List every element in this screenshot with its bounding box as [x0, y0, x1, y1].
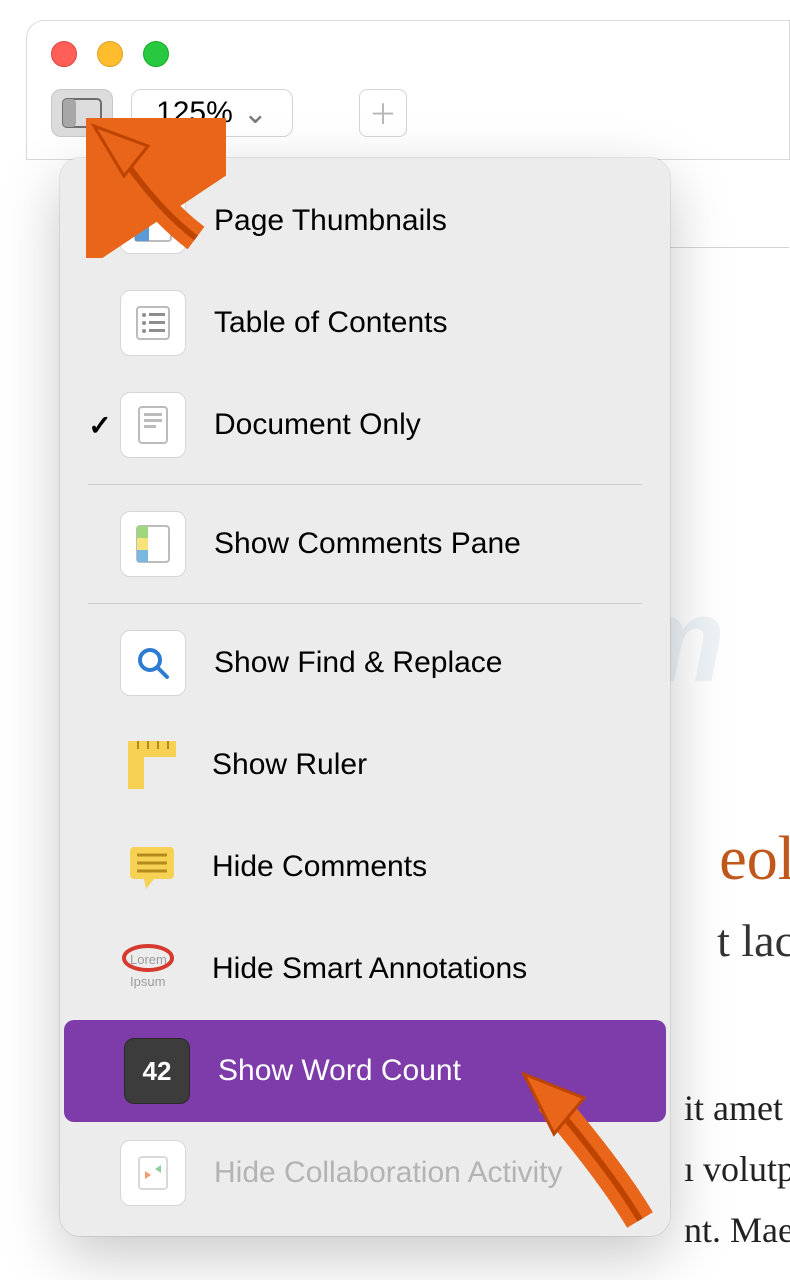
doc-body-fragment: it amet ı volutp nt. Mae — [684, 1078, 790, 1262]
svg-text:Ipsum: Ipsum — [130, 974, 165, 989]
menu-label: Document Only — [214, 408, 650, 442]
zoom-dropdown[interactable]: 125% ⌄ — [131, 89, 293, 137]
menu-label: Hide Collaboration Activity — [214, 1156, 650, 1190]
add-page-button[interactable]: ＋ — [359, 89, 407, 137]
menu-item-document-only[interactable]: ✓ Document Only — [60, 374, 670, 476]
menu-item-hide-collaboration-activity: Hide Collaboration Activity — [60, 1122, 670, 1224]
menu-label: Hide Comments — [212, 850, 650, 884]
zoom-value: 125% — [156, 96, 233, 130]
menu-item-show-comments-pane[interactable]: Show Comments Pane — [60, 493, 670, 595]
word-count-badge: 42 — [143, 1056, 172, 1087]
sidebar-icon — [62, 98, 102, 128]
view-button[interactable] — [51, 89, 113, 137]
collaboration-activity-icon — [120, 1140, 186, 1206]
menu-item-show-find-replace[interactable]: Show Find & Replace — [60, 612, 670, 714]
doc-subtitle-fragment: t lac — [717, 914, 790, 967]
toolbar: 125% ⌄ ＋ — [27, 77, 789, 159]
smart-annotations-icon: Lorem Ipsum — [120, 937, 184, 1001]
document-only-icon — [120, 392, 186, 458]
zoom-window-button[interactable] — [143, 41, 169, 67]
chevron-down-icon: ⌄ — [243, 96, 268, 131]
menu-label: Show Word Count — [218, 1054, 646, 1088]
menu-item-hide-smart-annotations[interactable]: Lorem Ipsum Hide Smart Annotations — [60, 918, 670, 1020]
menu-label: Show Find & Replace — [214, 646, 650, 680]
comments-pane-icon — [120, 511, 186, 577]
menu-label: Page Thumbnails — [214, 204, 650, 238]
menu-item-page-thumbnails[interactable]: Page Thumbnails — [60, 170, 670, 272]
ruler-icon — [120, 733, 184, 797]
menu-separator — [88, 484, 642, 485]
menu-label: Hide Smart Annotations — [212, 952, 650, 986]
menu-item-show-word-count[interactable]: 42 Show Word Count — [64, 1020, 666, 1122]
search-icon — [120, 630, 186, 696]
menu-item-show-ruler[interactable]: Show Ruler — [60, 714, 670, 816]
view-menu: Page Thumbnails Table of Contents ✓ Docu… — [60, 158, 670, 1236]
page-thumbnails-icon — [120, 188, 186, 254]
menu-separator — [88, 603, 642, 604]
window-controls — [27, 21, 789, 77]
app-window: 125% ⌄ ＋ eol t lac it amet ı volutp nt. … — [26, 20, 790, 160]
close-window-button[interactable] — [51, 41, 77, 67]
menu-label: Show Comments Pane — [214, 527, 650, 561]
menu-label: Table of Contents — [214, 306, 650, 340]
comment-icon — [120, 835, 184, 899]
menu-item-table-of-contents[interactable]: Table of Contents — [60, 272, 670, 374]
doc-title-fragment: eol — [719, 824, 790, 895]
checkmark-icon: ✓ — [80, 409, 120, 442]
svg-text:Lorem: Lorem — [130, 952, 167, 967]
minimize-window-button[interactable] — [97, 41, 123, 67]
word-count-icon: 42 — [124, 1038, 190, 1104]
menu-item-hide-comments[interactable]: Hide Comments — [60, 816, 670, 918]
menu-label: Show Ruler — [212, 748, 650, 782]
table-of-contents-icon — [120, 290, 186, 356]
